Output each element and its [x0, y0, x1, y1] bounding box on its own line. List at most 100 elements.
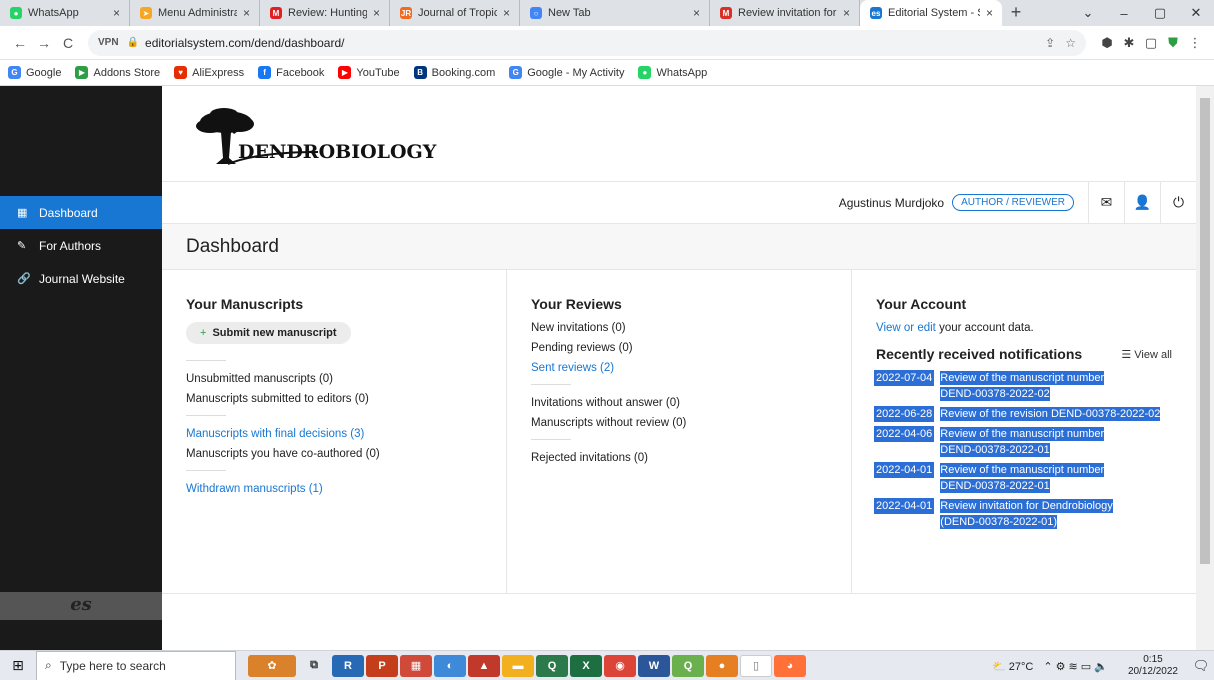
photo-app-icon[interactable]: ▲: [468, 654, 500, 677]
sidepanel-icon[interactable]: ▢: [1140, 35, 1162, 51]
notification-item[interactable]: 2022-04-01 Review invitation for Dendrobi…: [874, 498, 1172, 530]
qgis-icon[interactable]: Q: [536, 654, 568, 677]
tab-close-icon[interactable]: ×: [843, 6, 853, 20]
edit-account-link[interactable]: View or edit: [876, 322, 936, 334]
notification-text[interactable]: Review of the manuscript number DEND-0037…: [940, 426, 1105, 458]
word-icon[interactable]: W: [638, 654, 670, 677]
withdrawn-manuscripts-link[interactable]: Withdrawn manuscripts (1): [186, 483, 482, 495]
submit-manuscript-button[interactable]: + Submit new manuscript: [186, 322, 351, 344]
url-omnibox[interactable]: VPN 🔒 editorialsystem.com/dend/dashboard…: [88, 29, 1086, 56]
reviews-panel: Your Reviews New invitations (0) Pending…: [507, 270, 852, 593]
notification-text[interactable]: Review of the manuscript number DEND-0037…: [940, 370, 1105, 402]
bookmark-item[interactable]: ♥ AliExpress: [174, 66, 244, 79]
scrollbar-thumb[interactable]: [1200, 98, 1210, 564]
user-name[interactable]: Agustinus Murdjoko: [839, 196, 944, 210]
chrome-icon[interactable]: ◉: [604, 654, 636, 677]
dendrobiology-logo[interactable]: DENDROBIOLOGY: [188, 102, 458, 166]
role-badge[interactable]: AUTHOR / REVIEWER: [952, 194, 1074, 211]
close-window-button[interactable]: ✕: [1178, 5, 1214, 21]
final-decisions-link[interactable]: Manuscripts with final decisions: [186, 428, 347, 440]
user-icon[interactable]: 👤: [1124, 181, 1160, 224]
tab-search-icon[interactable]: ⌄: [1070, 5, 1106, 21]
tab-6[interactable]: es Editorial System - Sci ×: [860, 0, 1002, 26]
tab-close-icon[interactable]: ×: [243, 6, 253, 20]
notification-item[interactable]: 2022-07-04 Review of the manuscript numbe…: [874, 370, 1172, 402]
powerpoint-icon[interactable]: P: [366, 654, 398, 677]
tray-icons[interactable]: ⌃ ⚙ ≋ ▭ 🔈: [1043, 660, 1108, 673]
sidebar-item-dashboard[interactable]: ▦ Dashboard: [0, 196, 162, 229]
notification-list: 2022-07-04 Review of the manuscript numbe…: [874, 370, 1172, 530]
tab-close-icon[interactable]: ×: [373, 6, 383, 20]
vpn-shield-icon[interactable]: ⛊: [1162, 35, 1184, 51]
sent-reviews-link[interactable]: Sent reviews (2): [531, 362, 827, 374]
q-app-icon[interactable]: Q: [672, 654, 704, 677]
file-explorer-icon[interactable]: ▬: [502, 654, 534, 677]
bookmark-item[interactable]: B Booking.com: [413, 66, 495, 79]
bookmark-star-icon[interactable]: ☆: [1065, 36, 1076, 50]
taskbar-search-box[interactable]: ⌕ Type here to search: [36, 650, 236, 680]
excel-icon[interactable]: X: [570, 654, 602, 677]
notification-text[interactable]: Review of the revision DEND-00378-2022-0…: [940, 406, 1161, 422]
windows-taskbar: ⊞ ⌕ Type here to search ✿ ⧉ R P ▦ ◐ ▲ ▬ …: [0, 650, 1214, 680]
new-tab-button[interactable]: +: [1002, 0, 1030, 26]
menu-kebab-icon[interactable]: ⋮: [1184, 35, 1206, 51]
reload-button[interactable]: C: [56, 35, 80, 51]
bookmark-favicon-icon: ▶: [75, 66, 89, 79]
page-scrollbar[interactable]: [1196, 86, 1214, 650]
notification-text[interactable]: Review invitation for Dendrobiology (DEND…: [940, 498, 1113, 530]
bookmark-item[interactable]: ● WhatsApp: [638, 66, 707, 79]
media-app-icon[interactable]: ●: [706, 654, 738, 677]
puzzle-icon[interactable]: ✱: [1118, 35, 1140, 51]
notification-center-icon[interactable]: 🗨: [1188, 658, 1214, 674]
lock-icon[interactable]: 🔒: [127, 37, 139, 48]
notification-item[interactable]: 2022-04-01 Review of the manuscript numbe…: [874, 462, 1172, 494]
r-app-icon[interactable]: R: [332, 654, 364, 677]
windows-start-icon[interactable]: ⊞: [0, 657, 36, 674]
bookmark-item[interactable]: G Google - My Activity: [509, 66, 624, 79]
forward-button[interactable]: →: [32, 35, 56, 51]
tab-label: Journal of Tropical Ec: [418, 7, 497, 19]
bookmark-item[interactable]: f Facebook: [258, 66, 324, 79]
notification-item[interactable]: 2022-06-28 Review of the revision DEND-00…: [874, 406, 1172, 422]
notification-item[interactable]: 2022-04-06 Review of the manuscript numbe…: [874, 426, 1172, 458]
bookmark-item[interactable]: ▶ YouTube: [338, 66, 400, 79]
tab-close-icon[interactable]: ×: [113, 6, 123, 20]
extension-shield-icon[interactable]: ⬢: [1096, 35, 1118, 51]
url-text[interactable]: editorialsystem.com/dend/dashboard/: [145, 36, 1035, 50]
bookmark-item[interactable]: ▶ Addons Store: [75, 66, 160, 79]
tab-5[interactable]: M Review invitation for ×: [710, 0, 860, 26]
tab-3[interactable]: JR Journal of Tropical Ec ×: [390, 0, 520, 26]
document-icon[interactable]: ▯: [740, 654, 772, 677]
minimize-button[interactable]: –: [1106, 6, 1142, 21]
sidebar: ▦ Dashboard ✎ For Authors 🔗 Journal Website e…: [0, 86, 162, 650]
link-icon: 🔗: [17, 273, 31, 285]
browser-app-icon[interactable]: ◐: [434, 654, 466, 677]
plus-icon: +: [200, 327, 207, 339]
tab-close-icon[interactable]: ×: [503, 6, 513, 20]
mail-icon[interactable]: ✉: [1088, 181, 1124, 224]
back-button[interactable]: ←: [8, 35, 32, 51]
tab-4[interactable]: ○ New Tab ×: [520, 0, 710, 26]
sidebar-item-journal-website[interactable]: 🔗 Journal Website: [0, 262, 162, 295]
tab-close-icon[interactable]: ×: [693, 6, 703, 20]
calendar-app-icon[interactable]: ▦: [400, 654, 432, 677]
firefox-icon[interactable]: ◕: [774, 654, 806, 677]
maximize-button[interactable]: ▢: [1142, 5, 1178, 21]
final-decisions-count[interactable]: (3): [350, 428, 364, 440]
bookmark-favicon-icon: G: [509, 66, 523, 79]
weather-widget[interactable]: ⛅ 27°C: [992, 660, 1033, 673]
view-all-link[interactable]: ☰ View all: [1121, 348, 1172, 361]
tab-2[interactable]: M Review: Hunting of w ×: [260, 0, 390, 26]
bookmark-item[interactable]: G Google: [8, 66, 61, 79]
share-icon[interactable]: ⇪: [1045, 36, 1055, 50]
vpn-badge[interactable]: VPN: [98, 37, 119, 48]
sidebar-item-for-authors[interactable]: ✎ For Authors: [0, 229, 162, 262]
taskbar-widget-icon[interactable]: ✿: [248, 654, 296, 677]
clock[interactable]: 0:15 20/12/2022: [1128, 654, 1178, 678]
tab-1[interactable]: ➤ Menu Administrasi Sc ×: [130, 0, 260, 26]
tab-0[interactable]: ● WhatsApp ×: [0, 0, 130, 26]
notification-text[interactable]: Review of the manuscript number DEND-0037…: [940, 462, 1105, 494]
task-view-icon[interactable]: ⧉: [298, 655, 330, 677]
logout-power-icon[interactable]: ⏻: [1160, 181, 1196, 224]
tab-close-icon[interactable]: ×: [986, 6, 996, 20]
